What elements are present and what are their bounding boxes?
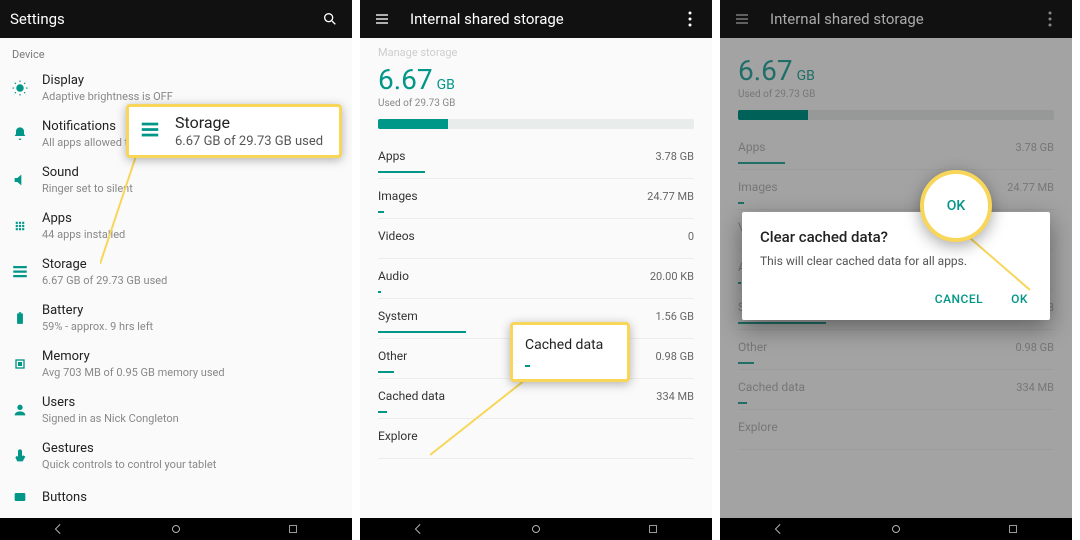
- page-title: Settings: [10, 10, 65, 28]
- menu-icon[interactable]: [730, 7, 754, 31]
- page-title: Internal shared storage: [770, 10, 924, 28]
- memory-icon: [10, 354, 30, 374]
- buttons-icon: [10, 487, 30, 507]
- nav-recent-icon[interactable]: [646, 522, 660, 536]
- callout-cached: Cached data: [510, 322, 630, 382]
- item-apps[interactable]: Apps44 apps installed: [0, 203, 352, 249]
- apps-icon: [10, 216, 30, 236]
- settings-panel: Settings Device DisplayAdaptive brightne…: [0, 0, 360, 540]
- clear-cache-dialog: Clear cached data? This will clear cache…: [742, 212, 1050, 320]
- category-audio[interactable]: Audio20.00 KB: [360, 259, 712, 299]
- item-battery[interactable]: Battery59% - approx. 9 hrs left: [0, 295, 352, 341]
- nav-back-icon[interactable]: [412, 522, 426, 536]
- dialog-message: This will clear cached data for all apps…: [760, 254, 1032, 268]
- storage-summary: Manage storage 6.67GB Used of 29.73 GB: [360, 38, 712, 113]
- users-icon: [10, 400, 30, 420]
- storage-bar: [378, 119, 694, 129]
- appbar: Internal shared storage: [720, 0, 1072, 38]
- storage-icon: [139, 119, 163, 143]
- cancel-button[interactable]: CANCEL: [931, 286, 987, 312]
- battery-icon: [10, 308, 30, 328]
- nav-home-icon[interactable]: [529, 522, 543, 536]
- nav-back-icon[interactable]: [52, 522, 66, 536]
- item-storage[interactable]: Storage6.67 GB of 29.73 GB used: [0, 249, 352, 295]
- overflow-icon[interactable]: [1038, 7, 1062, 31]
- category-apps[interactable]: Apps3.78 GB: [360, 139, 712, 179]
- callout-storage: Storage6.67 GB of 29.73 GB used: [126, 104, 342, 158]
- storage-icon: [10, 262, 30, 282]
- appbar: Internal shared storage: [360, 0, 712, 38]
- category-videos[interactable]: Videos0: [360, 219, 712, 259]
- bell-icon: [10, 124, 30, 144]
- dialog-title: Clear cached data?: [760, 228, 1032, 246]
- overflow-icon[interactable]: [678, 7, 702, 31]
- storage-panel: Internal shared storage Manage storage 6…: [360, 0, 720, 540]
- appbar: Settings: [0, 0, 352, 38]
- callout-ok: OK: [920, 170, 992, 242]
- nav-recent-icon[interactable]: [286, 522, 300, 536]
- category-cached-data[interactable]: Cached data334 MB: [360, 379, 712, 419]
- item-gestures[interactable]: GesturesQuick controls to control your t…: [0, 433, 352, 479]
- nav-home-icon[interactable]: [169, 522, 183, 536]
- nav-recent-icon[interactable]: [1006, 522, 1020, 536]
- nav-home-icon[interactable]: [889, 522, 903, 536]
- section-device: Device: [0, 38, 352, 65]
- menu-icon[interactable]: [370, 7, 394, 31]
- category-images[interactable]: Images24.77 MB: [360, 179, 712, 219]
- display-icon: [10, 78, 30, 98]
- item-sound[interactable]: SoundRinger set to silent: [0, 157, 352, 203]
- item-memory[interactable]: MemoryAvg 703 MB of 0.95 GB memory used: [0, 341, 352, 387]
- item-users[interactable]: UsersSigned in as Nick Congleton: [0, 387, 352, 433]
- sound-icon: [10, 170, 30, 190]
- navbar: [720, 518, 1072, 540]
- navbar: [0, 518, 352, 540]
- page-title: Internal shared storage: [410, 10, 564, 28]
- item-buttons[interactable]: Buttons: [0, 479, 352, 515]
- ok-button[interactable]: OK: [1007, 286, 1032, 312]
- storage-list[interactable]: Manage storage 6.67GB Used of 29.73 GB A…: [360, 38, 712, 518]
- search-icon[interactable]: [318, 7, 342, 31]
- gestures-icon: [10, 446, 30, 466]
- storage-panel-dialog: Internal shared storage 6.67GB Used of 2…: [720, 0, 1080, 540]
- category-explore[interactable]: Explore: [360, 419, 712, 459]
- nav-back-icon[interactable]: [772, 522, 786, 536]
- navbar: [360, 518, 712, 540]
